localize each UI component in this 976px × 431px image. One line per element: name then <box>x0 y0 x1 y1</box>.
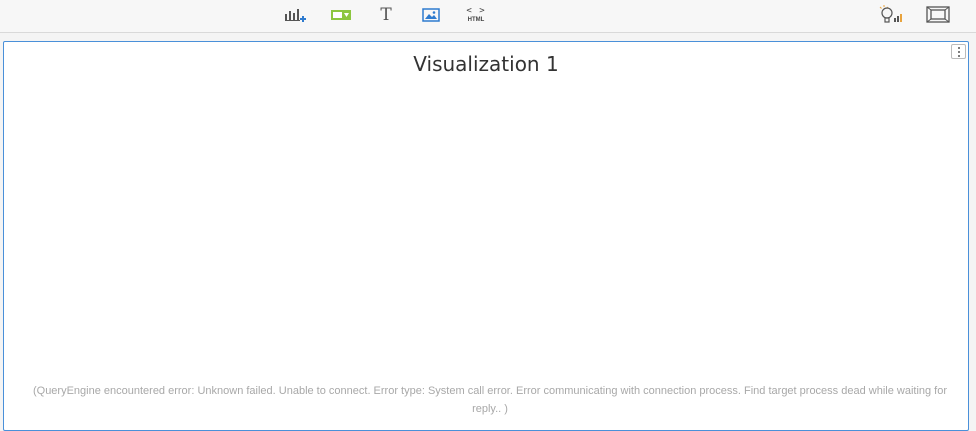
image-icon <box>422 8 440 22</box>
html-label: HTML <box>467 17 485 23</box>
add-visualization-button[interactable] <box>282 4 308 26</box>
html-icon: < > <box>466 6 486 16</box>
filter-dropdown-icon <box>330 8 352 22</box>
visualization-panel[interactable]: Visualization 1 (QueryEngine encountered… <box>3 41 969 431</box>
add-filter-button[interactable] <box>328 4 354 26</box>
add-image-button[interactable] <box>418 4 444 26</box>
toolbar: T < > HTML <box>0 0 976 33</box>
error-message: (QueryEngine encountered error: Unknown … <box>32 385 948 415</box>
add-html-button[interactable]: < > HTML <box>463 4 489 26</box>
insights-button[interactable] <box>878 4 904 26</box>
add-text-button[interactable]: T <box>373 4 399 26</box>
presentation-mode-button[interactable] <box>925 4 951 26</box>
presentation-frame-icon <box>926 5 950 25</box>
kebab-menu-icon[interactable] <box>951 44 966 59</box>
visualization-title: Visualization 1 <box>413 52 559 76</box>
bar-chart-plus-icon <box>283 6 307 24</box>
lightbulb-bars-icon <box>879 4 903 26</box>
text-icon: T <box>380 5 392 25</box>
